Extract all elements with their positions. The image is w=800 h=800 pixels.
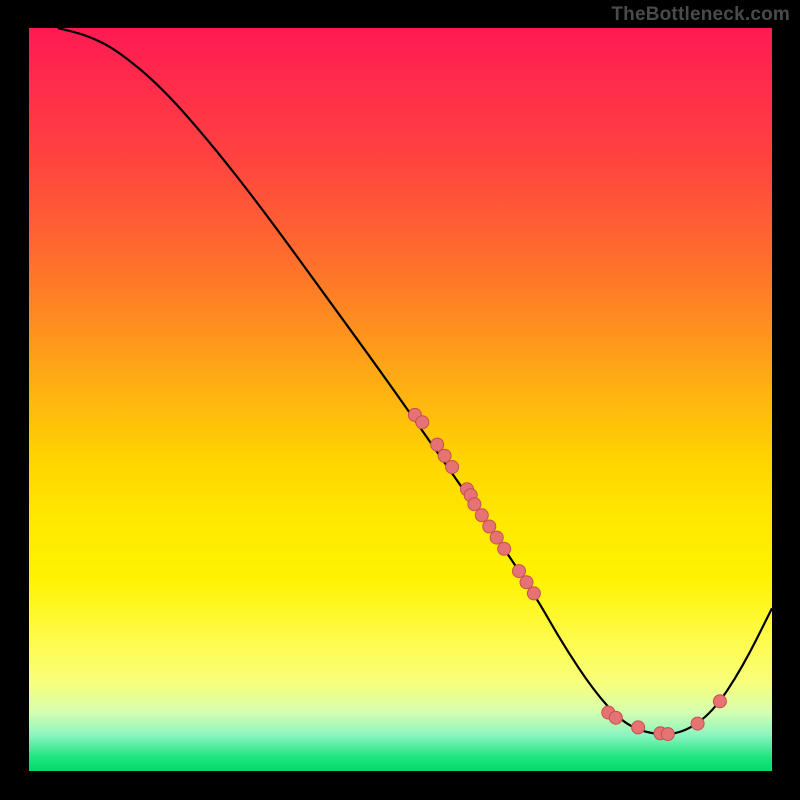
highlight-points [408, 408, 726, 740]
data-point [661, 728, 674, 741]
data-point [632, 721, 645, 734]
data-point [498, 542, 511, 555]
data-point [490, 531, 503, 544]
data-point [475, 509, 488, 522]
data-point [691, 717, 704, 730]
watermark-text: TheBottleneck.com [611, 4, 790, 26]
chart-frame: TheBottleneck.com [0, 0, 800, 800]
data-point [713, 695, 726, 708]
data-point [513, 565, 526, 578]
data-point [483, 520, 496, 533]
data-point [416, 416, 429, 429]
data-point [468, 498, 481, 511]
plot-area [28, 28, 772, 772]
data-point [438, 449, 451, 462]
bottleneck-curve [58, 28, 772, 734]
plot-svg [28, 28, 772, 772]
data-point [431, 438, 444, 451]
data-point [520, 576, 533, 589]
data-point [527, 587, 540, 600]
data-point [609, 711, 622, 724]
data-point [446, 461, 459, 474]
